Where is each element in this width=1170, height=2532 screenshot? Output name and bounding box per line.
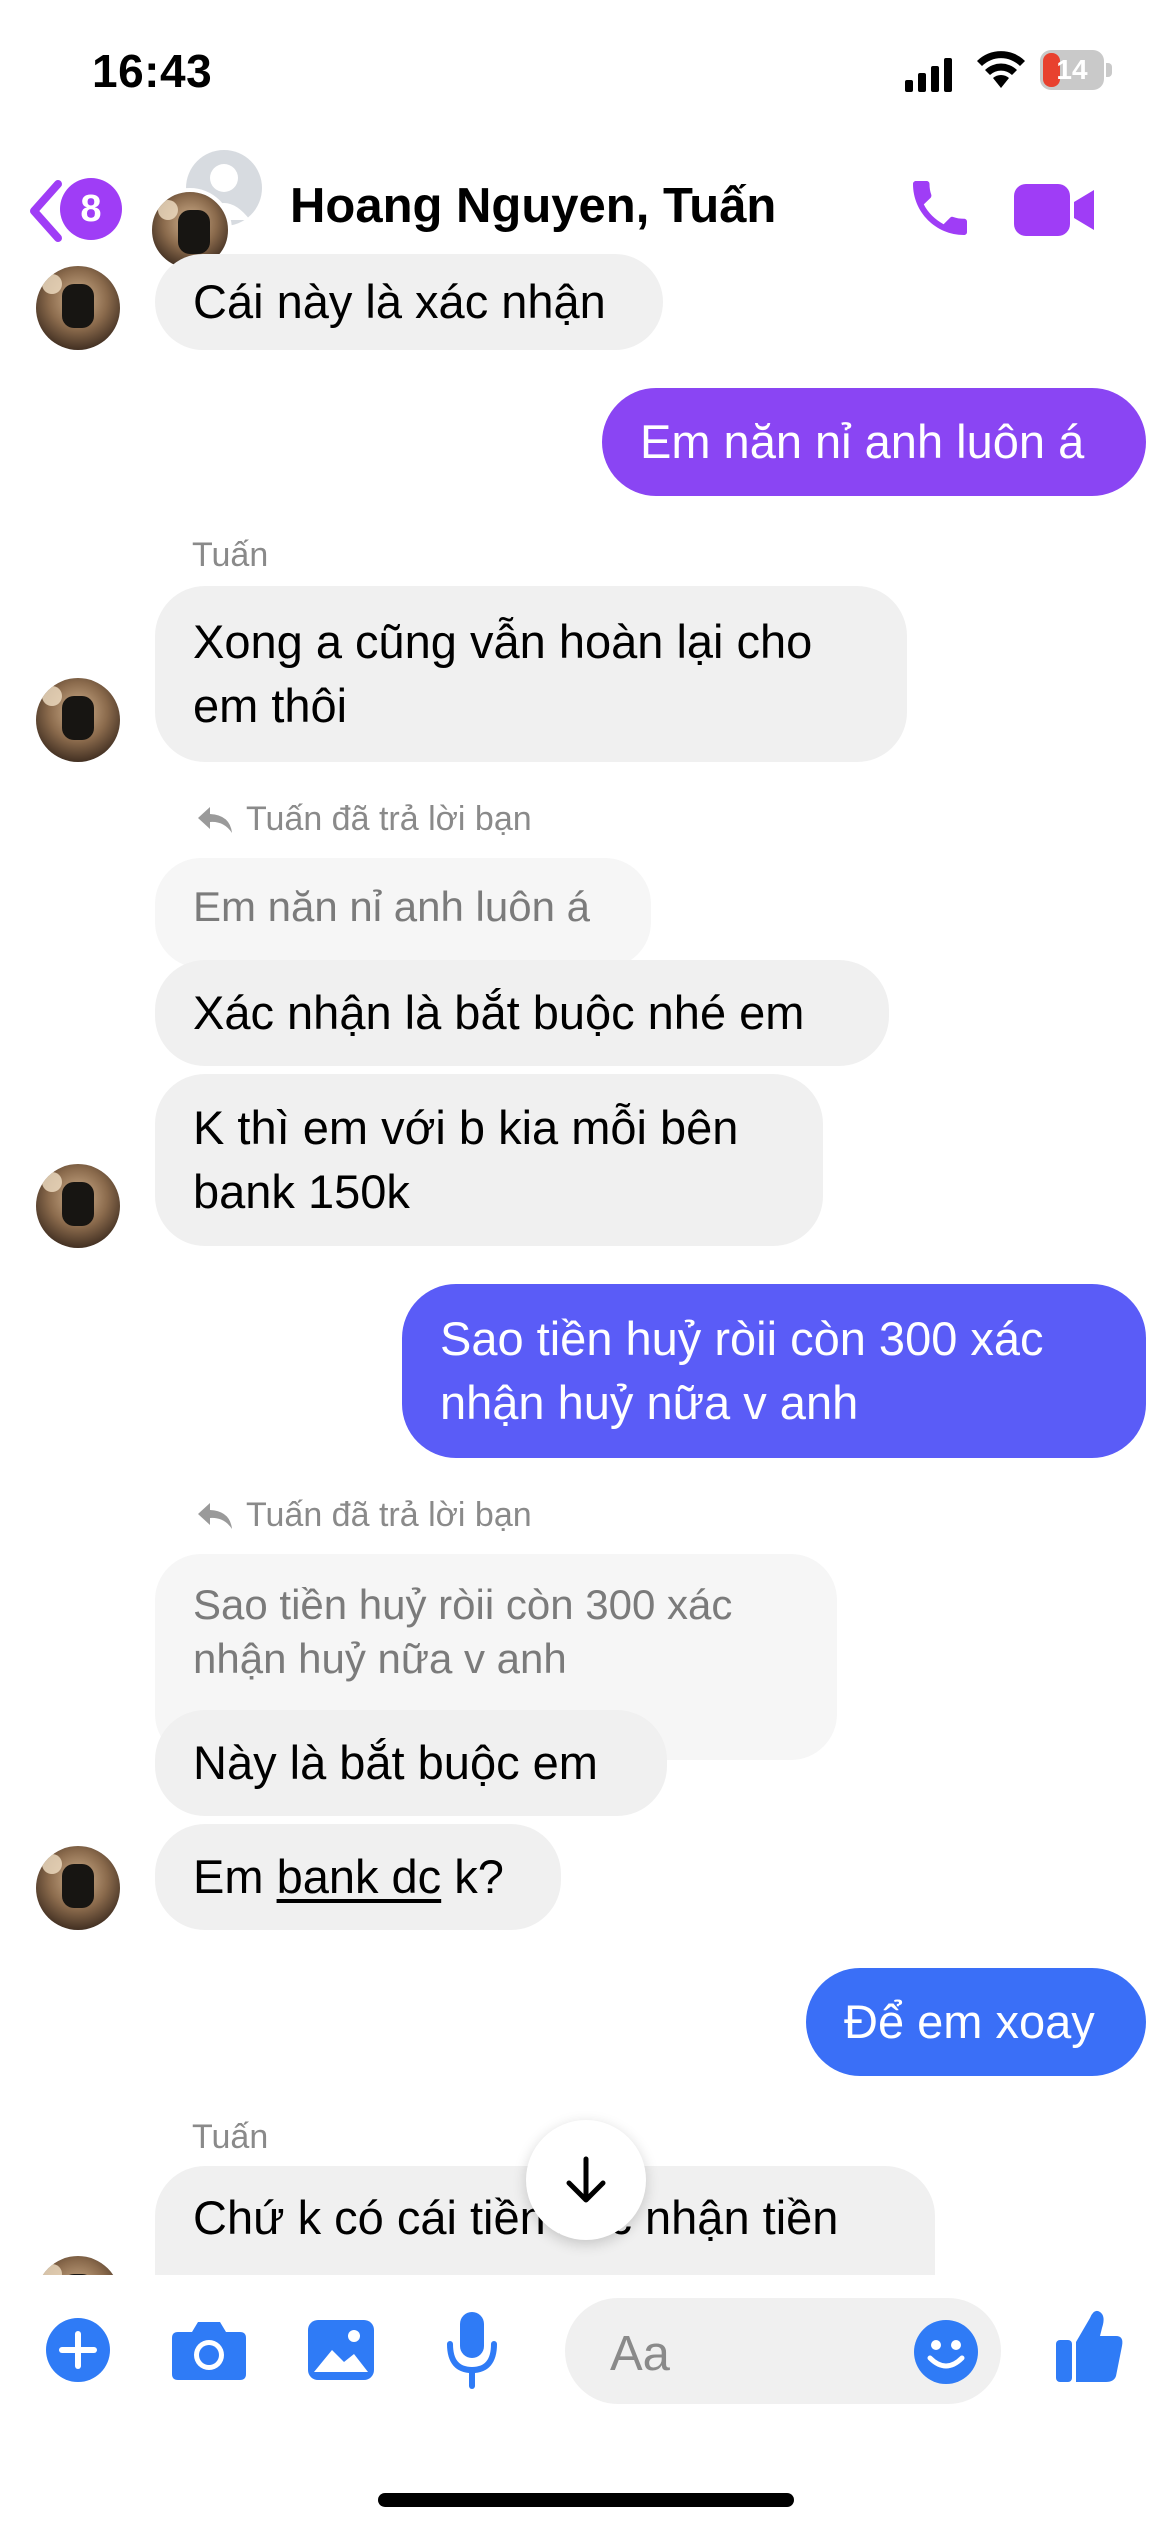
reply-indicator: Tuấn đã trả lời bạn — [196, 800, 532, 839]
status-time: 16:43 — [92, 45, 213, 97]
video-call-icon[interactable] — [1014, 182, 1096, 238]
battery-icon: 14 — [1040, 50, 1112, 90]
wifi-icon — [977, 51, 1025, 88]
microphone-icon[interactable] — [446, 2310, 498, 2390]
message-text: Chứ k có cái tiền xác nhận tiền — [193, 2191, 839, 2244]
home-indicator — [378, 2493, 794, 2507]
message-bubble-outgoing[interactable]: Để em xoay — [806, 1968, 1146, 2076]
sender-avatar[interactable] — [36, 678, 120, 762]
reply-indicator: Tuấn đã trả lời bạn — [196, 1496, 532, 1535]
message-text: Này là bắt buộc em — [193, 1736, 598, 1789]
message-text: K thì em với b kia mỗi bên — [193, 1101, 739, 1154]
message-text: Xác nhận là bắt buộc nhé em — [193, 986, 805, 1039]
conversation-title[interactable]: Hoang Nguyen, Tuấn — [290, 178, 776, 234]
camera-icon[interactable] — [170, 2318, 248, 2382]
cellular-signal-icon — [905, 58, 952, 92]
thumbs-up-icon[interactable] — [1054, 2306, 1126, 2386]
message-text: Sao tiền huỷ ròii còn 300 xác — [440, 1312, 1044, 1365]
message-text: Em bank dc k? — [193, 1850, 504, 1903]
quote-text: nhận huỷ nữa v anh — [193, 1635, 567, 1682]
message-link[interactable]: bank dc — [277, 1850, 442, 1903]
message-text: Cái này là xác nhận — [193, 275, 606, 328]
message-bubble[interactable]: Này là bắt buộc em — [155, 1710, 667, 1816]
sender-avatar[interactable] — [36, 1164, 120, 1248]
message-bubble[interactable]: Xong a cũng vẫn hoàn lại cho em thôi — [155, 586, 907, 762]
message-bubble-outgoing[interactable]: Em năn nỉ anh luôn á — [602, 388, 1146, 496]
unread-count-badge[interactable]: 8 — [60, 178, 122, 240]
reply-arrow-icon — [198, 1502, 232, 1529]
reply-label-text: Tuấn đã trả lời bạn — [246, 1496, 532, 1534]
message-bubble[interactable]: Em bank dc k? — [155, 1824, 561, 1930]
message-bubble[interactable]: Xác nhận là bắt buộc nhé em — [155, 960, 889, 1066]
sender-name: Tuấn — [192, 536, 269, 574]
sender-avatar[interactable] — [36, 1846, 120, 1930]
group-avatar[interactable] — [148, 150, 268, 272]
message-text: Xong a cũng vẫn hoàn lại cho — [193, 615, 813, 668]
message-bubble[interactable]: K thì em với b kia mỗi bên bank 150k — [155, 1074, 823, 1246]
message-input-placeholder: Aa — [610, 2327, 670, 2381]
scroll-to-bottom-button[interactable] — [526, 2120, 646, 2240]
phone-call-icon[interactable] — [904, 172, 976, 244]
sender-avatar[interactable] — [36, 266, 120, 350]
reply-arrow-icon — [198, 806, 232, 833]
gallery-icon[interactable] — [306, 2318, 376, 2382]
emoji-icon[interactable] — [912, 2318, 980, 2386]
quote-text: Em năn nỉ anh luôn á — [193, 883, 590, 930]
reply-label-text: Tuấn đã trả lời bạn — [246, 800, 532, 838]
message-bubble-outgoing[interactable]: Sao tiền huỷ ròii còn 300 xác nhận huỷ n… — [402, 1284, 1146, 1458]
arrow-down-icon — [566, 2156, 606, 2203]
message-text: nhận huỷ nữa v anh — [440, 1376, 859, 1429]
message-bubble[interactable]: Cái này là xác nhận — [155, 254, 663, 350]
message-text: Em năn nỉ anh luôn á — [640, 415, 1085, 468]
plus-icon[interactable] — [44, 2316, 112, 2384]
replied-message-quote[interactable]: Em năn nỉ anh luôn á — [155, 858, 651, 968]
message-text: Để em xoay — [844, 1995, 1095, 2048]
message-text: em thôi — [193, 679, 348, 732]
message-text: bank 150k — [193, 1165, 410, 1218]
sender-name: Tuấn — [192, 2118, 269, 2156]
quote-text: Sao tiền huỷ ròii còn 300 xác — [193, 1581, 733, 1628]
battery-level: 14 — [1056, 54, 1088, 85]
